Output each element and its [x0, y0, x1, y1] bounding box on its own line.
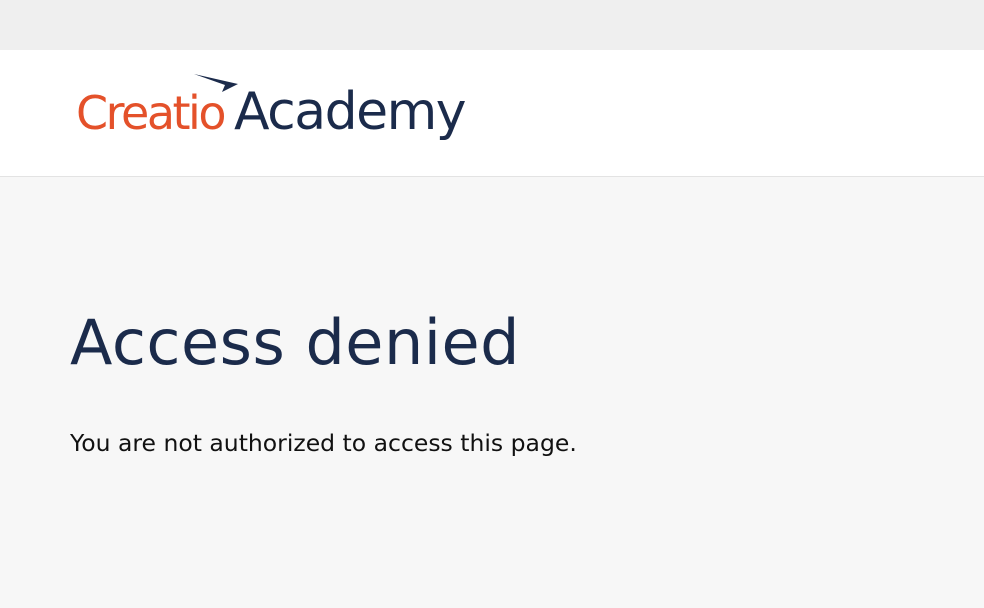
swoosh-icon [194, 74, 238, 92]
creatio-academy-logo[interactable]: Creatio Academy [76, 72, 467, 152]
site-header: Creatio Academy [0, 50, 984, 177]
access-denied-message: You are not authorized to access this pa… [70, 429, 577, 457]
main-content: Access denied You are not authorized to … [0, 177, 984, 608]
browser-top-strip [0, 0, 984, 50]
page-title: Access denied [70, 306, 520, 379]
logo-academy-text: Academy [233, 82, 467, 142]
